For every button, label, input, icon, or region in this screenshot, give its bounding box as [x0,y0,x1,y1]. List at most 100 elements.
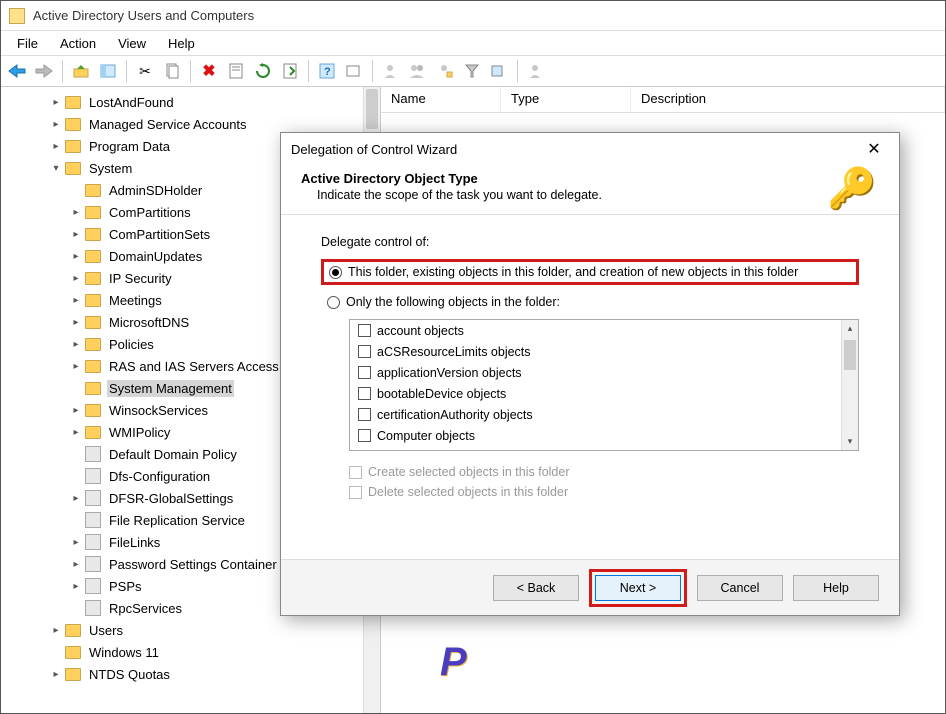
show-hide-tree-button[interactable] [96,59,120,83]
tree-expander-icon[interactable]: ▸ [69,537,83,548]
tree-item-label: System [87,160,134,177]
export-button[interactable] [278,59,302,83]
folder-icon [85,316,101,329]
delegation-wizard-dialog: Delegation of Control Wizard ✕ Active Di… [280,132,900,616]
menu-help[interactable]: Help [158,33,205,54]
tree-item[interactable]: ▸ NTDS Quotas [1,663,380,685]
nav-forward-button[interactable] [32,59,56,83]
tree-expander-icon[interactable]: ▸ [49,141,63,152]
tree-expander-icon[interactable]: ▸ [69,405,83,416]
tree-item[interactable]: ▸ LostAndFound [1,91,380,113]
scrollbar-thumb[interactable] [844,340,856,370]
cancel-button[interactable]: Cancel [697,575,783,601]
object-type-row[interactable]: certificationAuthority objects [350,404,841,425]
radio-icon [329,266,342,279]
tree-expander-icon[interactable]: ▸ [69,427,83,438]
tree-item-label: Users [87,622,125,639]
tree-expander-icon[interactable]: ▸ [69,295,83,306]
object-type-row[interactable]: aCSResourceLimits objects [350,341,841,362]
object-list-scrollbar[interactable]: ▴ ▾ [841,320,858,450]
tree-expander-icon[interactable]: ▸ [49,669,63,680]
tree-item-label: Program Data [87,138,172,155]
back-button[interactable]: < Back [493,575,579,601]
up-level-button[interactable] [69,59,93,83]
delete-button[interactable]: ✖ [197,59,221,83]
object-icon [85,490,101,506]
tree-expander-icon[interactable]: ▸ [69,273,83,284]
tree-item-label: Dfs-Configuration [107,468,212,485]
tree-item-label: Policies [107,336,156,353]
tree-expander-icon[interactable]: ▾ [49,163,63,174]
object-type-row[interactable]: bootableDevice objects [350,383,841,404]
tree-item-label: LostAndFound [87,94,176,111]
next-button[interactable]: Next > [595,575,681,601]
tree-item-label: NTDS Quotas [87,666,172,683]
watermark: P [440,640,467,685]
col-type[interactable]: Type [501,87,631,112]
scroll-up-icon[interactable]: ▴ [842,320,858,337]
scroll-down-icon[interactable]: ▾ [842,433,858,450]
folder-icon [85,338,101,351]
properties-button[interactable] [224,59,248,83]
new-ou-button[interactable] [433,59,457,83]
object-icon [85,446,101,462]
tree-expander-icon[interactable]: ▸ [49,97,63,108]
folder-icon [85,360,101,373]
tree-expander-icon[interactable]: ▸ [69,317,83,328]
folder-icon [65,96,81,109]
refresh-button[interactable] [251,59,275,83]
folder-icon [85,404,101,417]
checkbox-icon [358,387,371,400]
tree-expander-icon[interactable]: ▸ [69,339,83,350]
folder-icon [85,426,101,439]
radio-this-folder[interactable]: This folder, existing objects in this fo… [321,259,859,285]
tree-item-label: ComPartitionSets [107,226,212,243]
search-button[interactable] [487,59,511,83]
object-icon [85,556,101,572]
tree-expander-icon[interactable]: ▸ [69,229,83,240]
tree-expander-icon[interactable]: ▸ [69,493,83,504]
menu-file[interactable]: File [7,33,48,54]
col-name[interactable]: Name [381,87,501,112]
new-user-button[interactable] [379,59,403,83]
find-button[interactable] [342,59,366,83]
tree-item[interactable]: ▸ Users [1,619,380,641]
object-type-label: aCSResourceLimits objects [377,345,531,359]
new-group-button[interactable] [406,59,430,83]
tree-expander-icon[interactable]: ▸ [49,625,63,636]
help-button[interactable]: Help [793,575,879,601]
col-description[interactable]: Description [631,87,945,112]
object-types-list[interactable]: account objects aCSResourceLimits objects… [349,319,859,451]
nav-back-button[interactable] [5,59,29,83]
tree-expander-icon[interactable]: ▸ [69,581,83,592]
tree-expander-icon[interactable]: ▸ [69,251,83,262]
checkbox-icon [358,345,371,358]
toolbar-sep [308,60,309,82]
scrollbar-thumb[interactable] [366,89,378,129]
cut-button[interactable]: ✂ [133,59,157,83]
tree-item-label: PSPs [107,578,144,595]
wizard-title-bar[interactable]: Delegation of Control Wizard ✕ [281,133,899,165]
tree-expander-icon[interactable]: ▸ [69,207,83,218]
copy-button[interactable] [160,59,184,83]
object-type-row[interactable]: applicationVersion objects [350,362,841,383]
radio-only-objects[interactable]: Only the following objects in the folder… [321,291,859,313]
toolbar-sep [517,60,518,82]
tree-item-label: System Management [107,380,234,397]
wizard-close-button[interactable]: ✕ [859,139,889,159]
help-button[interactable]: ? [315,59,339,83]
menu-view[interactable]: View [108,33,156,54]
object-type-row[interactable]: account objects [350,320,841,341]
tree-item[interactable]: Windows 11 [1,641,380,663]
wizard-header: Active Directory Object Type Indicate th… [281,165,899,215]
object-type-label: applicationVersion objects [377,366,522,380]
tree-item-label: RpcServices [107,600,184,617]
filter-button[interactable] [460,59,484,83]
folder-icon [65,646,81,659]
tree-expander-icon[interactable]: ▸ [69,559,83,570]
tree-expander-icon[interactable]: ▸ [49,119,63,130]
tree-expander-icon[interactable]: ▸ [69,361,83,372]
object-type-row[interactable]: Computer objects [350,425,841,446]
add-to-group-button[interactable] [524,59,548,83]
menu-action[interactable]: Action [50,33,106,54]
